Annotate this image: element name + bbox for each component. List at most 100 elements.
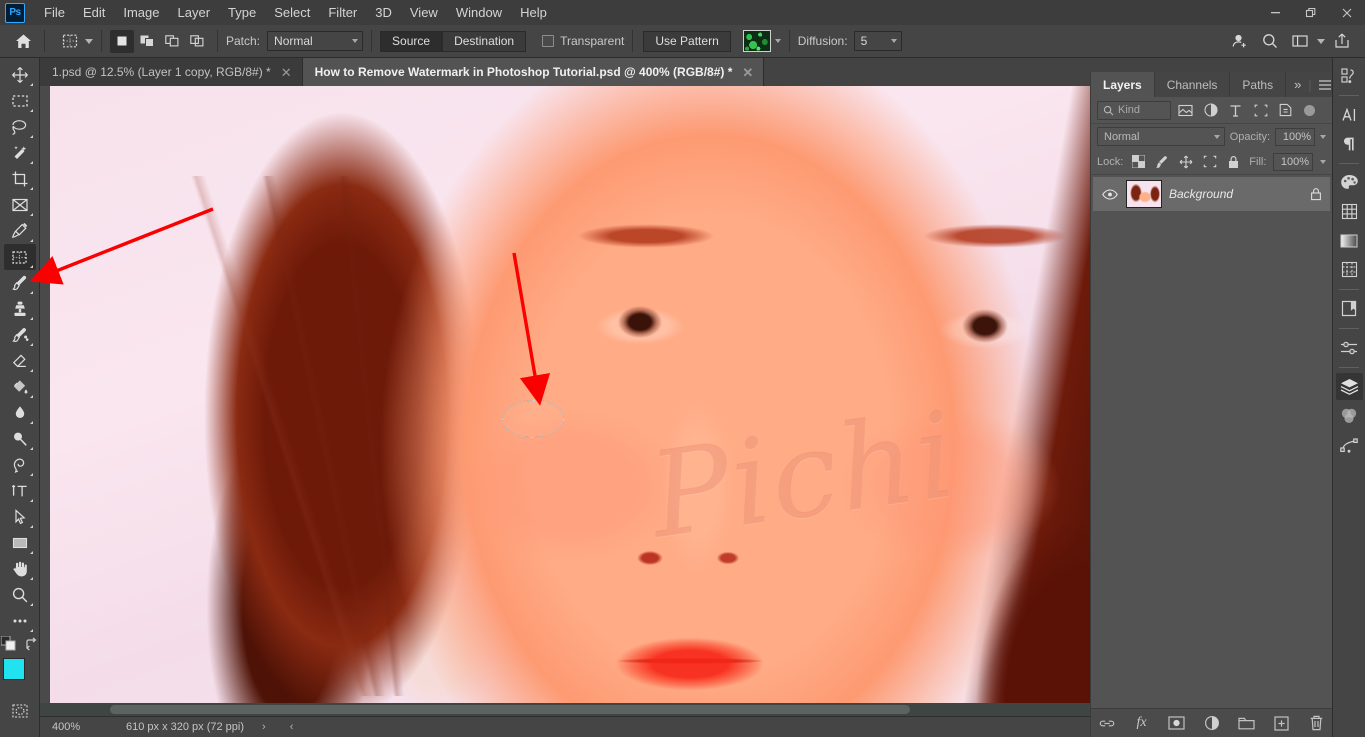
edit-toolbar-tool[interactable] <box>4 608 36 634</box>
path-selection-tool[interactable] <box>4 504 36 530</box>
menu-edit[interactable]: Edit <box>74 1 114 24</box>
rectangle-tool[interactable] <box>4 530 36 556</box>
blur-tool[interactable] <box>4 400 36 426</box>
paths-icon[interactable] <box>1336 431 1363 458</box>
patch-tool[interactable] <box>3 244 36 270</box>
transparent-checkbox[interactable] <box>542 35 555 47</box>
paragraph-icon[interactable] <box>1336 130 1363 157</box>
search-icon[interactable] <box>1257 29 1283 53</box>
zoom-tool[interactable] <box>4 582 36 608</box>
tool-preset-picker[interactable] <box>53 29 93 53</box>
status-expand-icon[interactable]: › <box>262 721 266 733</box>
tab-channels[interactable]: Channels <box>1155 72 1231 97</box>
new-adjustment-layer-icon[interactable] <box>1202 714 1221 733</box>
menu-file[interactable]: File <box>35 1 74 24</box>
tab-layers[interactable]: Layers <box>1091 72 1155 97</box>
menu-filter[interactable]: Filter <box>319 1 366 24</box>
default-colors-icon[interactable] <box>1 636 16 651</box>
restore-button[interactable] <box>1293 0 1329 25</box>
rectangular-marquee-tool[interactable] <box>4 88 36 114</box>
history-brush-tool[interactable] <box>4 322 36 348</box>
foreground-color-swatch[interactable] <box>2 658 25 680</box>
layer-name-label[interactable]: Background <box>1169 187 1303 201</box>
destination-button[interactable]: Destination <box>442 30 527 52</box>
scrollbar-thumb[interactable] <box>110 705 910 714</box>
crop-tool[interactable] <box>4 166 36 192</box>
color-swatches[interactable] <box>2 658 37 692</box>
new-layer-icon[interactable] <box>1272 714 1291 733</box>
chevron-down-icon[interactable] <box>85 38 93 44</box>
menu-3d[interactable]: 3D <box>366 1 401 24</box>
chevron-down-icon[interactable] <box>1317 38 1325 44</box>
layer-style-fx-icon[interactable]: fx <box>1132 714 1151 733</box>
document-tab-1[interactable]: 1.psd @ 12.5% (Layer 1 copy, RGB/8#) * ✕ <box>40 58 303 86</box>
status-collapse-icon[interactable]: ‹ <box>290 721 294 733</box>
gradients-icon[interactable] <box>1336 227 1363 254</box>
close-icon[interactable]: ✕ <box>742 66 753 79</box>
character-icon[interactable] <box>1336 101 1363 128</box>
swap-colors-icon[interactable] <box>24 637 38 651</box>
close-icon[interactable]: ✕ <box>281 66 292 79</box>
transparent-checkbox-group[interactable]: Transparent <box>542 34 624 48</box>
layer-list[interactable]: Background <box>1091 175 1332 708</box>
menu-help[interactable]: Help <box>511 1 556 24</box>
adjustments-icon[interactable] <box>1336 334 1363 361</box>
brush-tool[interactable] <box>4 270 36 296</box>
tab-paths[interactable]: Paths <box>1230 72 1287 97</box>
object-selection-tool[interactable] <box>4 140 36 166</box>
lasso-tool[interactable] <box>4 114 36 140</box>
fill-chevron-down-icon[interactable] <box>1320 159 1326 164</box>
subtract-from-selection-button[interactable] <box>160 29 184 53</box>
pattern-picker[interactable] <box>742 30 781 52</box>
table-row[interactable]: Background <box>1093 177 1330 211</box>
new-selection-button[interactable] <box>110 29 134 53</box>
type-tool[interactable] <box>4 478 36 504</box>
menu-view[interactable]: View <box>401 1 447 24</box>
add-collaborator-icon[interactable] <box>1227 29 1253 53</box>
source-button[interactable]: Source <box>380 30 443 52</box>
menu-layer[interactable]: Layer <box>169 1 220 24</box>
patch-mode-select[interactable]: Normal <box>267 31 364 51</box>
layers-icon[interactable] <box>1335 373 1363 400</box>
pen-tool[interactable] <box>4 452 36 478</box>
blend-mode-select[interactable]: Normal <box>1097 127 1225 146</box>
horizontal-scrollbar[interactable] <box>40 703 1091 716</box>
home-icon[interactable] <box>10 29 36 53</box>
minimize-button[interactable] <box>1257 0 1293 25</box>
frame-tool[interactable] <box>4 192 36 218</box>
gradient-tool[interactable] <box>4 374 36 400</box>
menu-select[interactable]: Select <box>265 1 319 24</box>
eraser-tool[interactable] <box>4 348 36 374</box>
menu-image[interactable]: Image <box>114 1 168 24</box>
lock-transparent-pixels-icon[interactable] <box>1130 153 1147 170</box>
hand-tool[interactable] <box>4 556 36 582</box>
libraries-icon[interactable] <box>1336 62 1363 89</box>
diffusion-select[interactable]: 5 <box>853 31 902 51</box>
eyedropper-tool[interactable] <box>4 218 36 244</box>
lock-all-icon[interactable] <box>1225 153 1242 170</box>
workspace-icon[interactable] <box>1287 29 1313 53</box>
collapse-panel-icon[interactable]: » <box>1294 77 1301 92</box>
use-pattern-button[interactable]: Use Pattern <box>643 30 731 52</box>
adjustment-filter-icon[interactable] <box>1200 101 1221 120</box>
patterns-icon[interactable] <box>1336 256 1363 283</box>
quick-mask-icon[interactable] <box>4 698 36 724</box>
pixel-filter-icon[interactable] <box>1175 101 1196 120</box>
channels-icon[interactable] <box>1336 402 1363 429</box>
menu-type[interactable]: Type <box>219 1 265 24</box>
layer-visibility-eye-icon[interactable] <box>1101 188 1119 200</box>
filter-toggle-switch[interactable] <box>1304 104 1315 116</box>
document-tab-2[interactable]: How to Remove Watermark in Photoshop Tut… <box>302 58 765 86</box>
dodge-tool[interactable] <box>4 426 36 452</box>
chevron-down-icon[interactable] <box>774 39 781 43</box>
pattern-swatch-icon[interactable] <box>742 30 771 52</box>
new-group-icon[interactable] <box>1237 714 1256 733</box>
filter-kind-select[interactable]: Kind <box>1097 100 1171 120</box>
add-layer-mask-icon[interactable] <box>1167 714 1186 733</box>
swatches-icon[interactable] <box>1336 198 1363 225</box>
shape-filter-icon[interactable] <box>1250 101 1271 120</box>
opacity-value-field[interactable]: 100% <box>1275 127 1315 146</box>
link-layers-icon[interactable] <box>1097 714 1116 733</box>
close-button[interactable] <box>1329 0 1365 25</box>
layer-locked-icon[interactable] <box>1310 187 1322 201</box>
